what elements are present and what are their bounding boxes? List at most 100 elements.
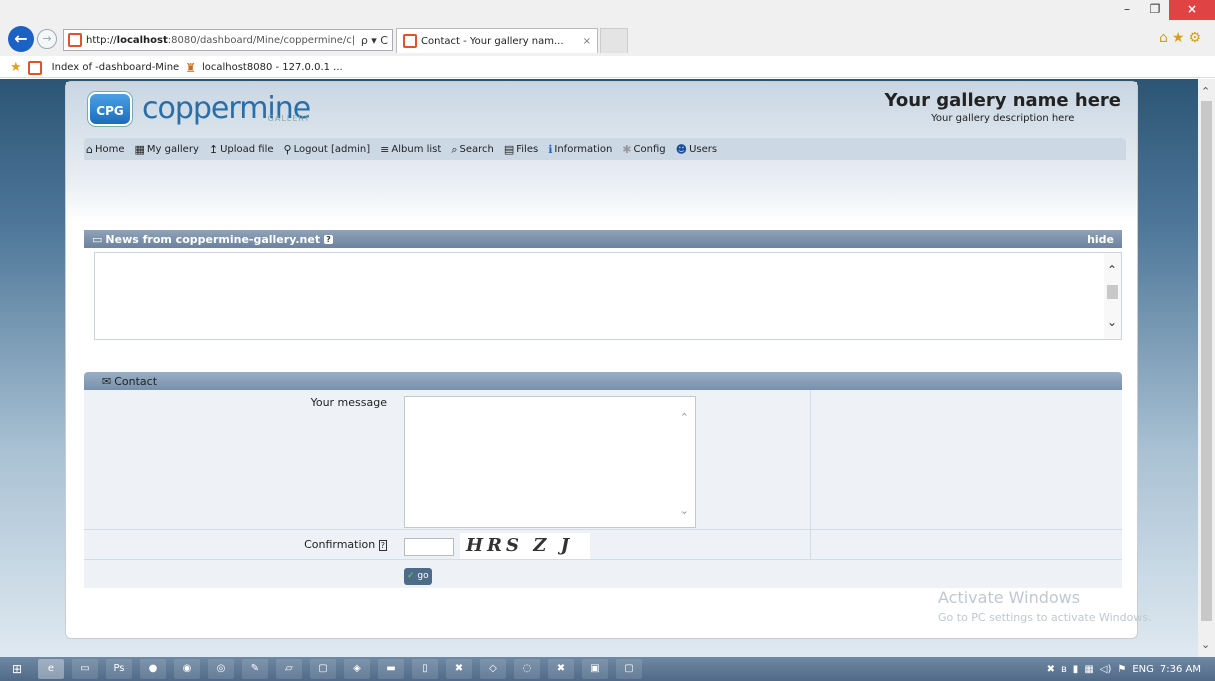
tab-title: Contact - Your gallery nam... (421, 35, 564, 47)
taskbar-app-icon[interactable]: ◉ (174, 659, 200, 679)
message-row: Your message ⌃ ⌄ (84, 390, 1122, 530)
home-icon[interactable]: ⌂ (1159, 30, 1172, 46)
gallery-container: CPG coppermine GALLERY Your gallery name … (65, 81, 1138, 639)
nav-search[interactable]: ⌕ Search (451, 144, 494, 155)
gallery-name: Your gallery name here (884, 90, 1121, 111)
taskbar-app-icon[interactable]: ▯ (412, 659, 438, 679)
gear-icon[interactable]: ⚙ (1188, 30, 1205, 46)
gallery-description: Your gallery description here (931, 113, 1075, 124)
contact-title: Contact (114, 374, 158, 388)
tray-network-icon[interactable]: ▦ (1084, 664, 1093, 675)
nav-label: My gallery (146, 143, 199, 155)
taskbar-app-icon[interactable]: ● (140, 659, 166, 679)
favorites-bar: ★ Index of -dashboard-Mine ♜ localhost80… (0, 58, 1215, 78)
url-rest: :8080/dashboard/Mine/coppermine/c| (167, 34, 356, 46)
scroll-up-icon[interactable]: ⌃ (1107, 263, 1117, 277)
logo-badge: CPG (88, 92, 132, 126)
taskbar-xampp-icon[interactable]: ✖ (446, 659, 472, 679)
fav-favicon-icon (27, 60, 42, 75)
confirmation-label-text: Confirmation (304, 538, 376, 551)
nav-label: Logout [admin] (293, 143, 371, 155)
taskbar-explorer-icon[interactable]: ▭ (72, 659, 98, 679)
start-button-icon[interactable]: ⊞ (0, 657, 34, 681)
minimize-icon[interactable]: – (1113, 0, 1141, 20)
gallery-title-block: Your gallery name here Your gallery desc… (885, 90, 1121, 124)
taskbar-app-icon[interactable]: ✖ (548, 659, 574, 679)
nav-files[interactable]: ▤ Files (504, 144, 538, 155)
check-icon: ✓ (407, 571, 415, 581)
taskbar-app-icon[interactable]: ▢ (310, 659, 336, 679)
scroll-down-icon[interactable]: ⌄ (1107, 315, 1117, 329)
taskbar-app-icon[interactable]: ◌ (514, 659, 540, 679)
taskbar-app-icon[interactable]: ◈ (344, 659, 370, 679)
confirmation-help-icon[interactable]: ? (378, 540, 387, 551)
favorites-add-icon[interactable]: ★ (10, 60, 22, 75)
taskbar-photoshop-icon[interactable]: Ps (106, 659, 132, 679)
users-icon: ☻ (675, 142, 688, 156)
taskbar-app-icon[interactable]: ◇ (480, 659, 506, 679)
site-logo[interactable]: CPG coppermine GALLERY (88, 92, 311, 126)
restore-icon[interactable]: ❐ (1141, 0, 1169, 20)
confirmation-input[interactable] (404, 538, 454, 556)
scroll-thumb[interactable] (1107, 285, 1118, 299)
nav-my-gallery[interactable]: ▦ My gallery (135, 144, 199, 155)
taskbar-cmd-icon[interactable]: ▬ (378, 659, 404, 679)
news-hide-button[interactable]: hide (1087, 233, 1114, 246)
page-scroll-thumb[interactable] (1201, 101, 1212, 621)
taskbar-app-icon[interactable]: ▱ (276, 659, 302, 679)
main-nav: ⌂ Home ▦ My gallery ↥ Upload file ⚲ Logout [… (84, 138, 1126, 160)
nav-home[interactable]: ⌂ Home (86, 144, 125, 155)
nav-config[interactable]: ✱ Config (622, 144, 665, 155)
tab-close-icon[interactable]: × (583, 36, 591, 47)
taskbar-ie-icon[interactable]: e (38, 659, 64, 679)
info-icon: ℹ (548, 142, 553, 156)
tab-contact[interactable]: Contact - Your gallery nam... × (396, 28, 598, 53)
tray-flag-icon[interactable]: ⚑ (1117, 664, 1126, 675)
nav-upload-file[interactable]: ↥ Upload file (209, 144, 274, 155)
go-label: go (417, 571, 429, 581)
contact-envelope-icon: ✉ (102, 374, 112, 388)
activation-watermark-title: Activate Windows (938, 588, 1081, 607)
tray-battery-icon[interactable]: ▮ (1073, 664, 1079, 675)
address-bar[interactable]: http://localhost:8080/dashboard/Mine/cop… (63, 29, 393, 51)
taskbar-app-icon[interactable]: ▢ (616, 659, 642, 679)
nav-logout[interactable]: ⚲ Logout [admin] (284, 144, 371, 155)
tray-bluetooth-icon[interactable]: ʙ (1061, 664, 1067, 675)
close-icon[interactable]: × (1169, 0, 1215, 20)
news-scrollbar[interactable]: ⌃ ⌄ (1104, 253, 1121, 339)
taskbar-app-icon[interactable]: ▣ (582, 659, 608, 679)
tray-app-icon[interactable]: ✖ (1047, 664, 1055, 675)
tray-language[interactable]: ENG (1132, 664, 1154, 675)
textarea-scroll-up-icon[interactable]: ⌃ (680, 411, 689, 424)
nav-label: Files (516, 143, 539, 155)
logo-sub: GALLERY (267, 114, 311, 123)
taskbar-app-icon[interactable]: ✎ (242, 659, 268, 679)
back-button[interactable]: ← (8, 26, 34, 52)
home-icon: ⌂ (86, 142, 93, 156)
forward-button[interactable]: → (37, 29, 57, 49)
new-tab-button[interactable] (600, 28, 628, 53)
fav-item-index[interactable]: Index of -dashboard-Mine (52, 62, 180, 73)
tray-volume-icon[interactable]: ◁) (1100, 664, 1112, 675)
logout-icon: ⚲ (283, 142, 292, 156)
tray-clock[interactable]: 7:36 AM (1160, 664, 1201, 675)
album-list-icon: ≡ (380, 142, 390, 156)
page-scroll-down-icon[interactable]: ⌄ (1201, 638, 1210, 651)
gallery-header: CPG coppermine GALLERY Your gallery name … (66, 82, 1137, 222)
activation-watermark-text: Go to PC settings to activate Windows. (938, 611, 1152, 624)
fav-item-localhost[interactable]: localhost8080 - 127.0.0.1 ... (202, 62, 343, 73)
go-button[interactable]: ✓ go (404, 568, 432, 585)
taskbar-app-icon[interactable]: ◎ (208, 659, 234, 679)
news-frame[interactable]: ⌃ ⌄ (94, 252, 1122, 340)
news-help-icon[interactable]: ? (324, 234, 333, 244)
page-scrollbar[interactable]: ⌃ ⌄ (1198, 79, 1215, 657)
page-scroll-up-icon[interactable]: ⌃ (1201, 85, 1210, 98)
nav-album-list[interactable]: ≡ Album list (380, 144, 441, 155)
address-controls[interactable]: ρ ▾ C (361, 34, 392, 47)
message-textarea[interactable]: ⌃ ⌄ (404, 396, 696, 528)
nav-label: Users (689, 143, 718, 155)
textarea-scroll-down-icon[interactable]: ⌄ (680, 504, 689, 517)
favorites-star-icon[interactable]: ★ (1172, 30, 1189, 46)
nav-users[interactable]: ☻ Users (676, 144, 717, 155)
nav-information[interactable]: ℹ Information (548, 144, 612, 155)
